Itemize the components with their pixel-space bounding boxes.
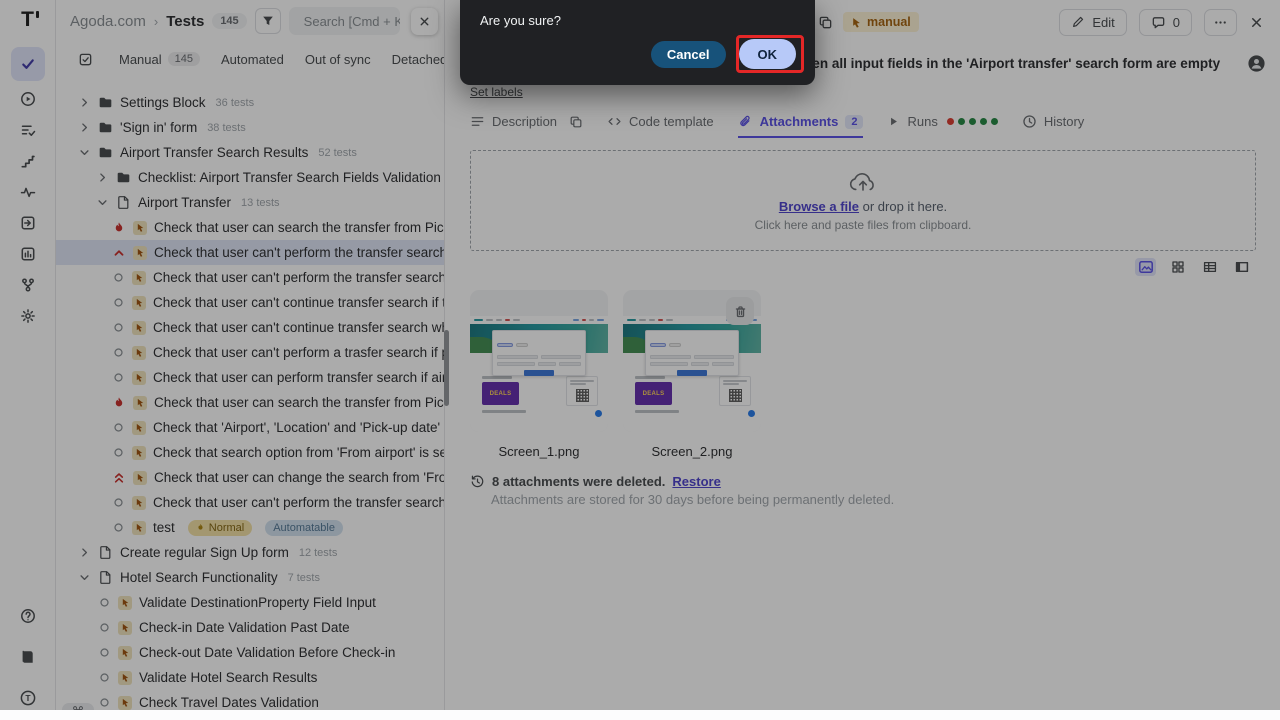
modal-dim-overlay [0,0,1280,720]
cancel-button[interactable]: Cancel [651,41,726,68]
confirm-dialog-message: Are you sure? [480,13,795,28]
window-bottom-strip [0,710,1280,720]
confirm-dialog: Are you sure? Cancel OK [460,0,815,85]
ok-button[interactable]: OK [739,39,797,69]
